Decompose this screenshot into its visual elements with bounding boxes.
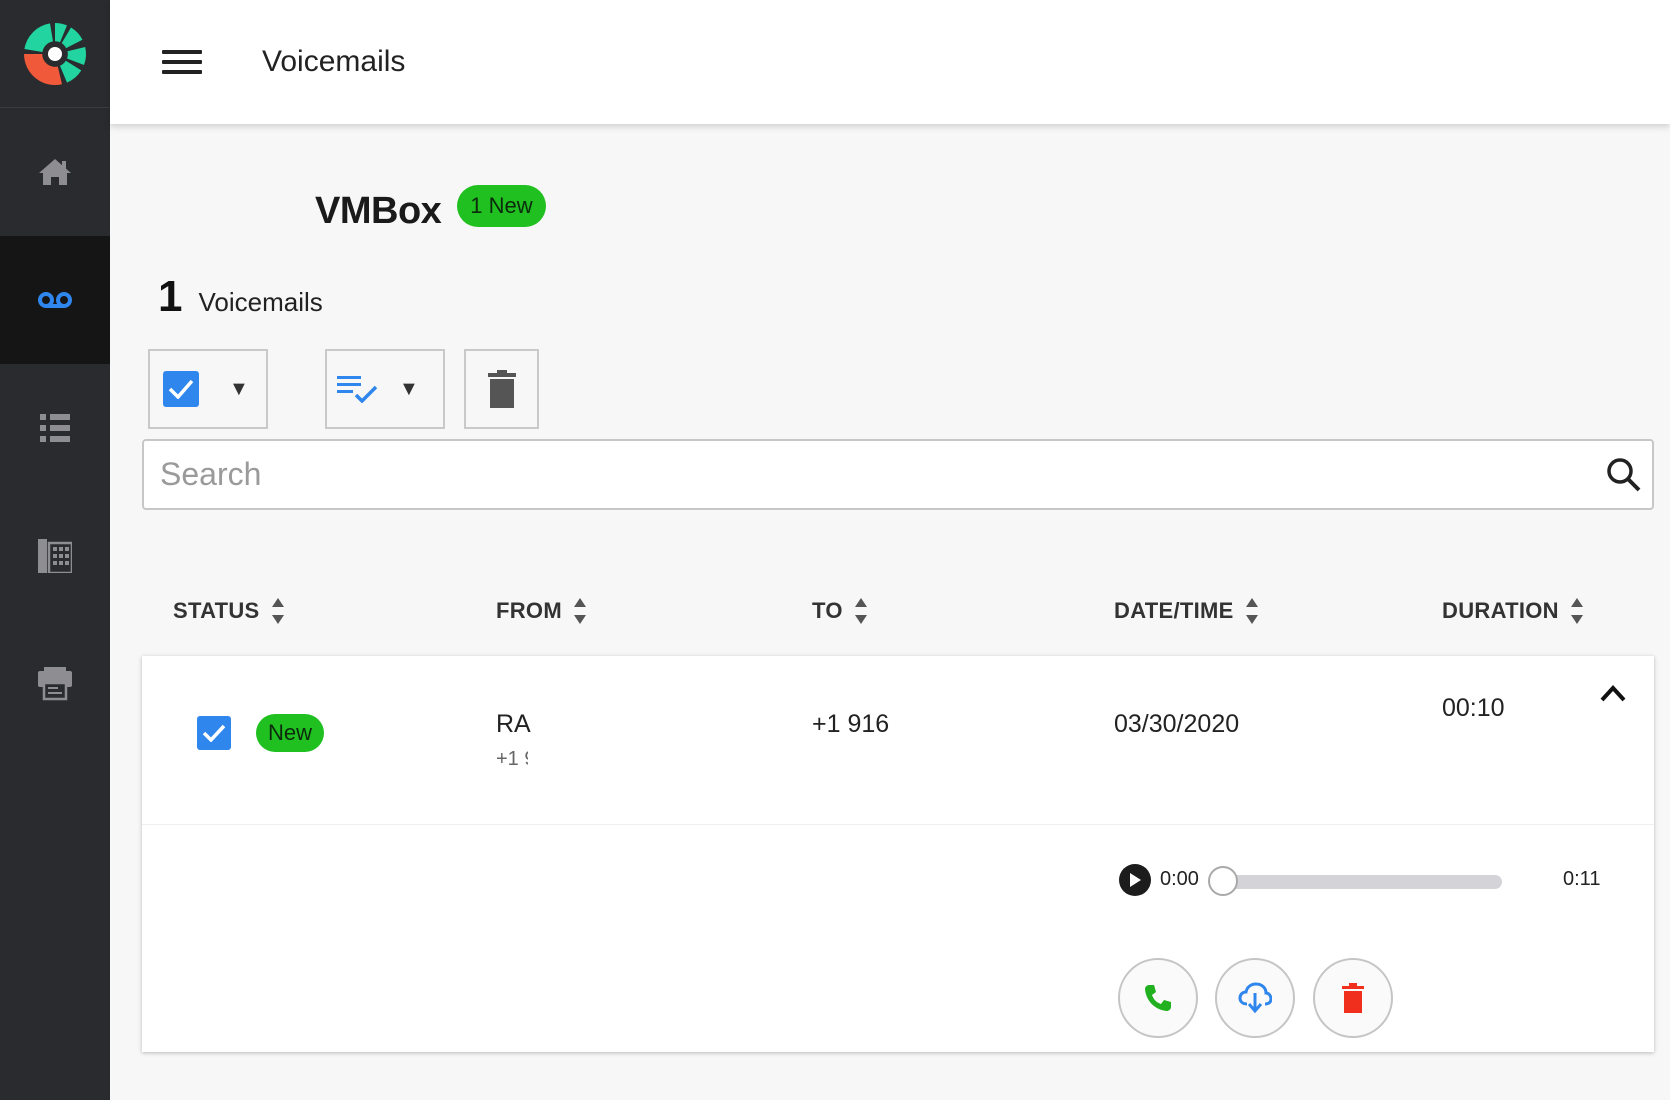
sidebar-item-phone[interactable] bbox=[0, 492, 110, 620]
search-bar bbox=[142, 439, 1654, 510]
cloud-download-icon bbox=[1238, 982, 1272, 1014]
column-header-duration[interactable]: DURATION bbox=[1442, 598, 1583, 624]
mark-as-dropdown[interactable]: ▼ bbox=[325, 349, 445, 429]
audio-progress-thumb[interactable] bbox=[1208, 866, 1238, 896]
sidebar bbox=[0, 0, 110, 1100]
search-icon[interactable] bbox=[1606, 457, 1642, 493]
sort-icon bbox=[271, 598, 284, 624]
checkmark-icon bbox=[168, 379, 194, 399]
phone-keypad-icon bbox=[38, 539, 72, 573]
select-all-checkbox[interactable] bbox=[163, 371, 199, 407]
checkmark-icon bbox=[202, 724, 226, 742]
search-input[interactable] bbox=[160, 456, 1560, 493]
row-divider bbox=[142, 824, 1654, 825]
voicemail-count-label: Voicemails bbox=[198, 287, 323, 317]
caret-down-icon: ▼ bbox=[399, 377, 419, 400]
sort-icon bbox=[1245, 598, 1258, 624]
chevron-up-icon[interactable] bbox=[1600, 684, 1626, 702]
download-button[interactable] bbox=[1215, 958, 1295, 1038]
column-label: DATE/TIME bbox=[1114, 598, 1234, 623]
logo[interactable] bbox=[0, 0, 110, 108]
play-icon bbox=[1130, 873, 1141, 887]
menu-line bbox=[162, 50, 202, 54]
voicemail-icon bbox=[38, 292, 72, 308]
from-name: RA bbox=[496, 710, 531, 738]
phone-icon bbox=[1145, 985, 1171, 1011]
sort-icon bbox=[854, 598, 867, 624]
voicemail-row[interactable]: New RA +1 9 +1 916 03/30/2020 00:10 0:00… bbox=[142, 656, 1654, 1052]
sidebar-item-list[interactable] bbox=[0, 364, 110, 492]
column-header-status[interactable]: STATUS bbox=[173, 598, 284, 624]
select-all-dropdown[interactable]: ▼ bbox=[148, 349, 268, 429]
column-header-datetime[interactable]: DATE/TIME bbox=[1114, 598, 1258, 624]
menu-line bbox=[162, 60, 202, 64]
caret-down-icon: ▼ bbox=[229, 377, 249, 400]
column-label: TO bbox=[812, 598, 843, 623]
column-header-from[interactable]: FROM bbox=[496, 598, 586, 624]
fax-icon bbox=[38, 667, 72, 701]
from-number: +1 9 bbox=[496, 748, 528, 770]
call-back-button[interactable] bbox=[1118, 958, 1198, 1038]
to-number: +1 916 bbox=[812, 710, 890, 738]
column-label: DURATION bbox=[1442, 598, 1559, 623]
sort-icon bbox=[1570, 598, 1583, 624]
column-label: FROM bbox=[496, 598, 562, 623]
menu-line bbox=[162, 70, 202, 74]
voicemail-count-number: 1 bbox=[158, 272, 183, 321]
new-count-badge: 1 New bbox=[457, 184, 546, 227]
current-time: 0:00 bbox=[1160, 868, 1199, 890]
status-badge: New bbox=[256, 714, 325, 752]
page-title: Voicemails bbox=[262, 45, 406, 78]
delete-message-button[interactable] bbox=[1313, 958, 1393, 1038]
home-icon bbox=[39, 159, 71, 185]
column-label: STATUS bbox=[173, 598, 260, 623]
trash-icon bbox=[1342, 983, 1364, 1013]
play-button[interactable] bbox=[1119, 864, 1151, 896]
sort-icon bbox=[573, 598, 586, 624]
voicemail-count: 1 Voicemails bbox=[158, 272, 323, 322]
column-header-to[interactable]: TO bbox=[812, 598, 867, 624]
audio-progress-track[interactable] bbox=[1217, 875, 1502, 889]
sidebar-item-home[interactable] bbox=[0, 108, 110, 236]
menu-button[interactable] bbox=[162, 47, 202, 77]
mark-read-icon bbox=[337, 376, 378, 403]
mailbox-header: VMBox 1 New bbox=[315, 184, 546, 233]
sidebar-item-voicemail[interactable] bbox=[0, 236, 110, 364]
mailbox-name: VMBox bbox=[315, 190, 442, 232]
list-icon bbox=[40, 414, 70, 442]
trash-icon bbox=[487, 370, 516, 408]
delete-selected-button[interactable] bbox=[464, 349, 539, 429]
top-bar: Voicemails bbox=[110, 0, 1670, 124]
sidebar-item-fax[interactable] bbox=[0, 620, 110, 748]
duration: 00:10 bbox=[1442, 694, 1505, 722]
logo-icon bbox=[24, 22, 87, 85]
row-checkbox[interactable] bbox=[197, 716, 231, 750]
total-time: 0:11 bbox=[1563, 868, 1601, 890]
main-content: VMBox 1 New 1 Voicemails ▼ ▼ Search STAT… bbox=[110, 124, 1670, 1100]
datetime: 03/30/2020 bbox=[1114, 710, 1240, 738]
